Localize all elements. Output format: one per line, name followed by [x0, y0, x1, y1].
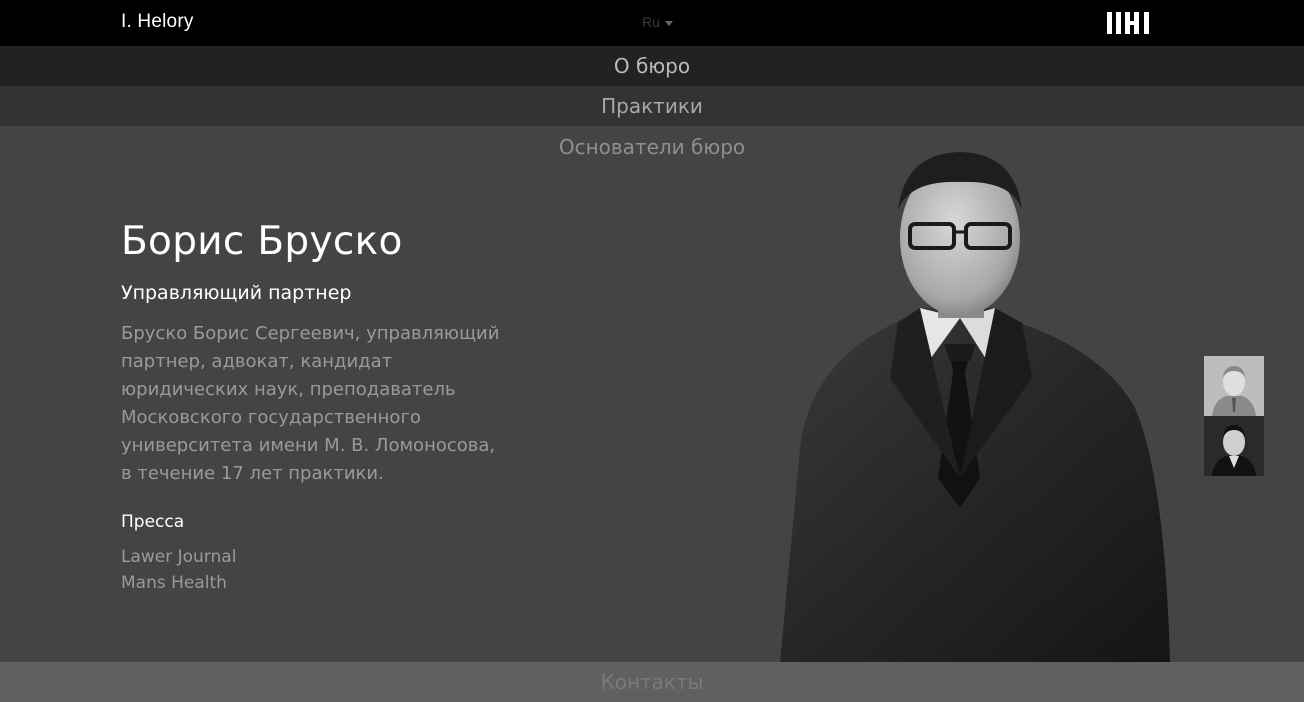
press-list: Lawer Journal Mans Health: [121, 544, 521, 596]
thumbnail-portrait-1: [1204, 356, 1264, 416]
press-heading: Пресса: [121, 512, 185, 532]
portrait-photo: [780, 152, 1170, 662]
footer-contacts[interactable]: Контакты: [0, 662, 1304, 702]
nav-about[interactable]: О бюро: [0, 46, 1304, 86]
language-label: Ru: [642, 14, 660, 30]
profile-section: Борис Бруско Управляющий партнер Бруско …: [121, 216, 521, 596]
person-role: Управляющий партнер: [121, 282, 352, 304]
brand-link[interactable]: I. Helory: [121, 11, 194, 33]
person-bio: Бруско Борис Сергеевич, управляющий парт…: [121, 323, 500, 484]
thumbnail-partner-2[interactable]: [1204, 416, 1264, 476]
press-link-mans-health[interactable]: Mans Health: [121, 570, 521, 596]
language-selector[interactable]: Ru: [642, 14, 673, 30]
press-link-lawer-journal[interactable]: Lawer Journal: [121, 544, 521, 570]
person-name: Борис Бруско: [121, 219, 403, 264]
thumbnail-partner-1[interactable]: [1204, 356, 1264, 416]
thumbnail-portrait-2: [1204, 416, 1264, 476]
chevron-down-icon: [664, 20, 673, 26]
nav-practices[interactable]: Практики: [0, 86, 1304, 126]
top-bar: I. Helory Ru: [0, 0, 1304, 46]
logo-mark-icon[interactable]: [1107, 12, 1149, 34]
